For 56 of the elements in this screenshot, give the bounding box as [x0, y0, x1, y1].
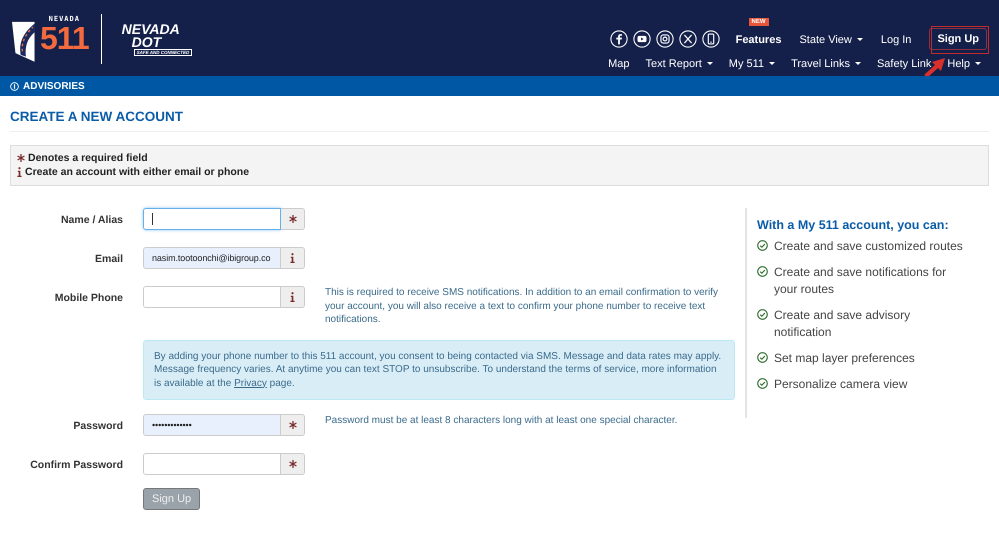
benefit-text: Create and save notifications for your routes [774, 264, 948, 298]
benefit-text: Set map layer preferences [774, 350, 916, 367]
check-circle-icon [757, 266, 768, 277]
info-icon [290, 253, 295, 263]
input-field[interactable]: ••••••••••••• [143, 414, 281, 436]
nav-link[interactable]: Map [608, 58, 630, 70]
nav-link[interactable]: Help [947, 58, 981, 70]
info-icon [290, 292, 295, 302]
facebook-icon[interactable] [610, 30, 628, 48]
input-field[interactable] [143, 453, 281, 475]
x-icon[interactable] [678, 30, 697, 48]
info-icon [10, 82, 19, 90]
field-label: Password [72, 419, 123, 432]
nav-link[interactable]: Log In [880, 34, 912, 46]
benefits-title: With a My 511 account, you can: [757, 218, 950, 232]
benefit-text: Personalize camera view [774, 376, 908, 393]
info-icon [17, 167, 22, 177]
nav-link[interactable]: Text Report [646, 58, 713, 70]
logo-text: NEVADA [122, 22, 181, 36]
advisories-link[interactable]: ADVISORIES [23, 80, 85, 92]
nav-link[interactable]: Features [736, 34, 782, 46]
check-circle-icon [757, 240, 768, 251]
nav-link[interactable]: Travel Links [791, 58, 861, 70]
sign-up-button[interactable]: Sign Up [929, 28, 987, 50]
notice-text: Create an account with either email or phone [25, 166, 250, 178]
phone-icon[interactable] [702, 30, 720, 48]
input-field[interactable] [143, 208, 281, 230]
check-circle-icon [757, 352, 768, 363]
logo-text: DOT [130, 36, 164, 49]
check-circle-icon [757, 378, 768, 389]
field-label: Confirm Password [29, 458, 123, 471]
asterisk-icon [288, 421, 296, 429]
input-field[interactable] [143, 286, 281, 308]
nav-link[interactable]: State View [799, 34, 863, 46]
highlight-frame [931, 26, 989, 54]
benefit-text: Create and save advisory notification [774, 307, 912, 341]
field-label: Email [94, 252, 123, 265]
youtube-icon[interactable] [632, 30, 651, 48]
privacy-link[interactable]: Privacy [234, 378, 267, 388]
help-text: This is required to receive SMS notifications. In addition to an email confirmation to verify your account, you will also receive a text to confirm your phone number to receive text notifications. [325, 286, 719, 326]
input-field[interactable]: nasim.tootoonchi@ibigroup.co [143, 247, 281, 269]
asterisk-icon [288, 215, 296, 223]
notice-text: Denotes a required field [28, 152, 148, 164]
page-title: CREATE A NEW ACCOUNT [10, 109, 989, 132]
field-label: Mobile Phone [54, 291, 123, 304]
check-circle-icon [757, 309, 768, 320]
nav-link[interactable]: Safety Link [876, 58, 932, 70]
consent-text: By adding your phone number to this 511 account, you consent to being contacted via SMS. Message and data rates may apply. Message frequency varies. At anytime you can text STOP to unsubscribe. To understand the terms of service, more information is available at the Privacy page. [154, 350, 722, 390]
logo-number: 511 [40, 23, 89, 53]
field-label: Name / Alias [60, 213, 123, 226]
nav-link[interactable]: My 511 [728, 58, 776, 70]
asterisk-icon [288, 460, 296, 468]
asterisk-icon [17, 154, 25, 162]
instagram-icon[interactable] [656, 30, 674, 48]
help-text: Password must be at least 8 characters long with at least one special character. [325, 414, 678, 428]
benefit-text: Create and save customized routes [774, 238, 964, 255]
